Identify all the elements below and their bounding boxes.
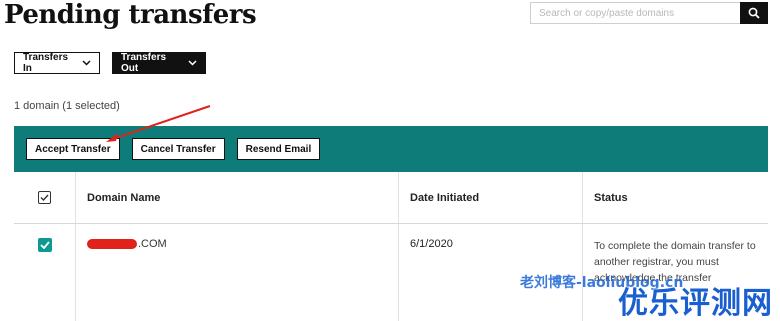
column-header-domain[interactable]: Domain Name [76, 172, 399, 223]
filter-row: Transfers In Transfers Out [14, 52, 206, 74]
redaction-mark [87, 239, 137, 249]
header-checkbox-cell [14, 172, 76, 223]
search-button[interactable] [740, 2, 768, 24]
search-bar [530, 2, 768, 24]
check-icon [40, 194, 49, 201]
transfers-in-dropdown[interactable]: Transfers In [14, 52, 100, 74]
status-cell: To complete the domain transfer to anoth… [594, 240, 756, 284]
row-checkbox-cell [14, 224, 76, 321]
transfers-out-dropdown[interactable]: Transfers Out [112, 52, 206, 74]
resend-email-button[interactable]: Resend Email [236, 138, 321, 160]
accept-transfer-button[interactable]: Accept Transfer [26, 138, 120, 160]
column-header-date[interactable]: Date Initiated [399, 172, 583, 223]
selection-count: 1 domain (1 selected) [14, 100, 120, 112]
chevron-down-icon [188, 58, 197, 68]
column-header-status[interactable]: Status [583, 172, 768, 223]
check-icon [39, 241, 50, 249]
select-all-checkbox[interactable] [38, 191, 51, 204]
page-title: Pending transfers [4, 0, 257, 30]
chevron-down-icon [82, 58, 91, 68]
transfers-out-label: Transfers Out [121, 52, 167, 74]
row-checkbox[interactable] [37, 238, 52, 252]
cancel-transfer-button[interactable]: Cancel Transfer [131, 138, 225, 160]
search-input[interactable] [530, 2, 740, 24]
date-cell: 6/1/2020 [399, 224, 583, 321]
domain-suffix: .COM [138, 238, 167, 250]
search-icon [748, 7, 760, 19]
domain-cell: .COM [76, 224, 399, 321]
bulk-action-bar: Accept Transfer Cancel Transfer Resend E… [14, 126, 768, 172]
transfers-in-label: Transfers In [23, 52, 69, 74]
transfers-table: Domain Name Date Initiated Status .COM 6… [14, 172, 768, 321]
table-header-row: Domain Name Date Initiated Status [14, 172, 768, 224]
table-row: .COM 6/1/2020 To complete the domain tra… [14, 224, 768, 321]
